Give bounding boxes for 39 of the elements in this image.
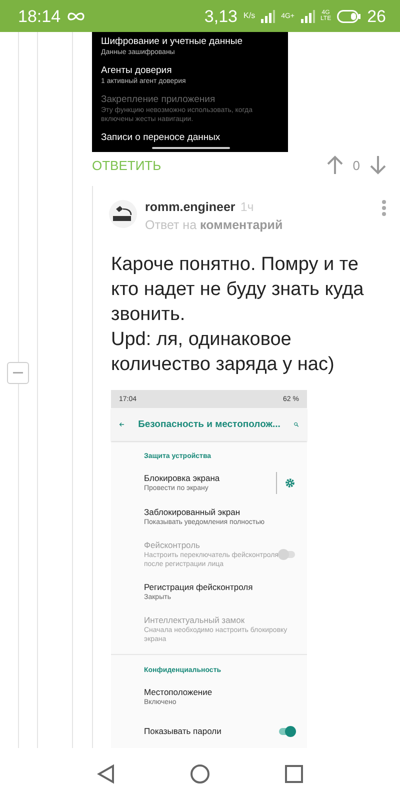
reply-to-link[interactable]: Ответ на комментарий — [145, 218, 374, 232]
signal-icon — [261, 10, 276, 22]
recents-icon[interactable] — [284, 765, 303, 783]
avatar-icon[interactable] — [109, 200, 137, 228]
setting-title: Агенты доверия — [101, 65, 173, 77]
author-name[interactable]: romm.engineer — [145, 200, 236, 214]
setting-title: Закрепление приложения — [101, 94, 216, 106]
setting-title: Интеллектуальный замок — [144, 615, 246, 625]
setting-title: Записи о переносе данных — [101, 132, 222, 144]
speed-unit: K/s — [244, 12, 256, 20]
more-icon[interactable] — [382, 200, 386, 216]
battery-icon — [337, 10, 362, 22]
network-speed: 3,13 — [204, 8, 238, 24]
setting-title: Фейсконтроль — [144, 540, 201, 550]
setting-title: Местоположение — [144, 687, 214, 697]
signal-icon — [300, 10, 315, 22]
setting-title: Регистрация фейсконтроля — [144, 582, 254, 592]
settings-icon[interactable] — [285, 478, 295, 488]
toggle-switch[interactable] — [279, 728, 295, 734]
back-arrow-icon[interactable] — [119, 420, 124, 429]
back-icon[interactable] — [97, 764, 116, 784]
reply-button[interactable]: ОТВЕТИТЬ — [92, 158, 162, 172]
upvote-icon[interactable] — [326, 155, 343, 175]
infinity-icon — [66, 12, 85, 20]
settings-title: Безопасность и местополож... — [138, 419, 280, 430]
home-icon[interactable] — [190, 764, 210, 784]
setting-title: Блокировка экрана — [144, 473, 221, 483]
setting-title: Заблокированный экран — [144, 507, 242, 517]
clock: 18:14 — [18, 8, 61, 24]
search-icon[interactable] — [294, 420, 299, 429]
battery-percent: 26 — [367, 8, 386, 24]
minus-icon — [13, 372, 23, 374]
vote-score: 0 — [352, 158, 360, 172]
downvote-icon[interactable] — [370, 155, 386, 175]
comment-text: Кароче понятно. Помру и те кто надет не буду знать куда звонить. — [111, 253, 365, 327]
setting-title: Шифрование и учетные данные — [101, 36, 244, 48]
comment-text: Upd: ля, одинаковое количество заряда у нас) — [111, 328, 336, 377]
setting-title: Показывать пароли — [144, 726, 222, 736]
collapse-button[interactable] — [7, 362, 29, 384]
